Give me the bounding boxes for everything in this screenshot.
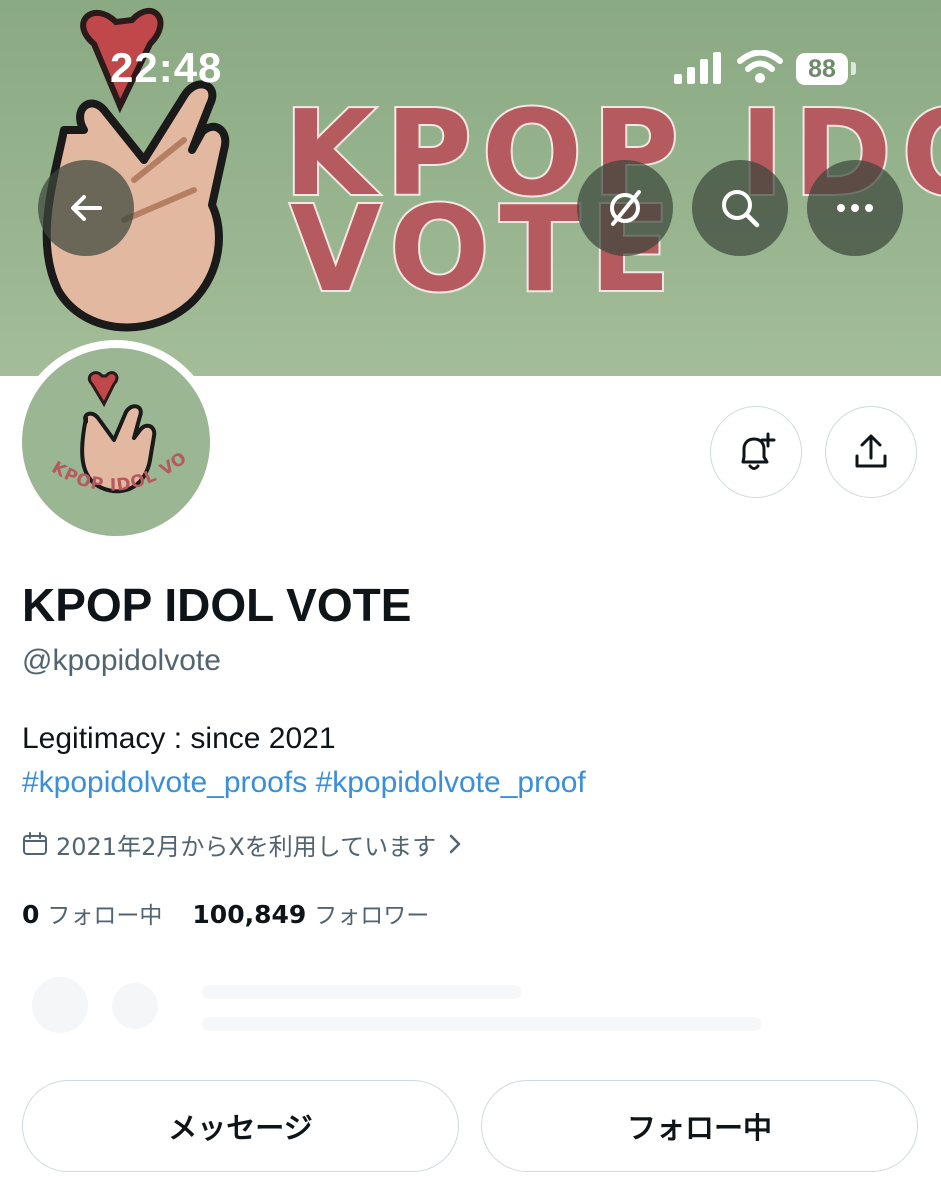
bell-plus-icon xyxy=(741,432,776,470)
hashtag-link[interactable]: #kpopidolvote_proofs xyxy=(22,766,307,799)
grok-button[interactable] xyxy=(577,160,673,256)
arrow-left-icon xyxy=(71,195,102,221)
bio-text: Legitimacy : since 2021 xyxy=(22,722,336,755)
share-upload-icon xyxy=(855,434,887,468)
avatar[interactable]: KPOP IDOL VOTE xyxy=(22,348,210,536)
grok-icon xyxy=(610,190,641,226)
search-icon xyxy=(722,190,760,228)
following-count: 0 xyxy=(22,900,40,929)
hashtag-link[interactable]: #kpopidolvote_proof xyxy=(316,766,586,799)
battery-indicator: 88 xyxy=(796,53,848,85)
battery-tip xyxy=(851,62,856,75)
calendar-icon xyxy=(23,832,47,855)
joined-date-text: 2021年2月からXを利用しています xyxy=(56,832,437,861)
notifications-button[interactable] xyxy=(710,406,802,498)
following-toggle-button[interactable]: フォロー中 xyxy=(481,1080,918,1172)
bio-hashtags: #kpopidolvote_proofs #kpopidolvote_proof xyxy=(22,766,586,800)
wifi-icon xyxy=(737,50,783,83)
blurred-content xyxy=(22,955,902,1045)
followers-count: 100,849 xyxy=(192,900,307,929)
message-button[interactable]: メッセージ xyxy=(22,1080,459,1172)
following-stat[interactable]: 0 フォロー中 xyxy=(22,896,162,930)
share-button[interactable] xyxy=(825,406,917,498)
search-button[interactable] xyxy=(692,160,788,256)
avatar-image: KPOP IDOL VOTE xyxy=(22,348,190,496)
following-label: フォロー中 xyxy=(47,903,163,929)
status-time: 22:48 xyxy=(110,44,223,91)
more-dots-icon xyxy=(837,204,873,212)
avatar-frame[interactable]: KPOP IDOL VOTE xyxy=(14,340,218,544)
display-name: KPOP IDOL VOTE xyxy=(22,579,412,631)
user-handle: @kpopidolvote xyxy=(22,644,221,677)
follow-stats: 0 フォロー中 100,849 フォロワー xyxy=(22,896,429,930)
followers-label: フォロワー xyxy=(314,903,430,929)
back-button[interactable] xyxy=(38,160,134,256)
more-button[interactable] xyxy=(807,160,903,256)
chevron-right-icon xyxy=(449,834,461,854)
cellular-signal-icon xyxy=(674,52,721,84)
followers-stat[interactable]: 100,849 フォロワー xyxy=(192,896,429,930)
joined-date-row[interactable]: 2021年2月からXを利用しています xyxy=(22,826,462,862)
